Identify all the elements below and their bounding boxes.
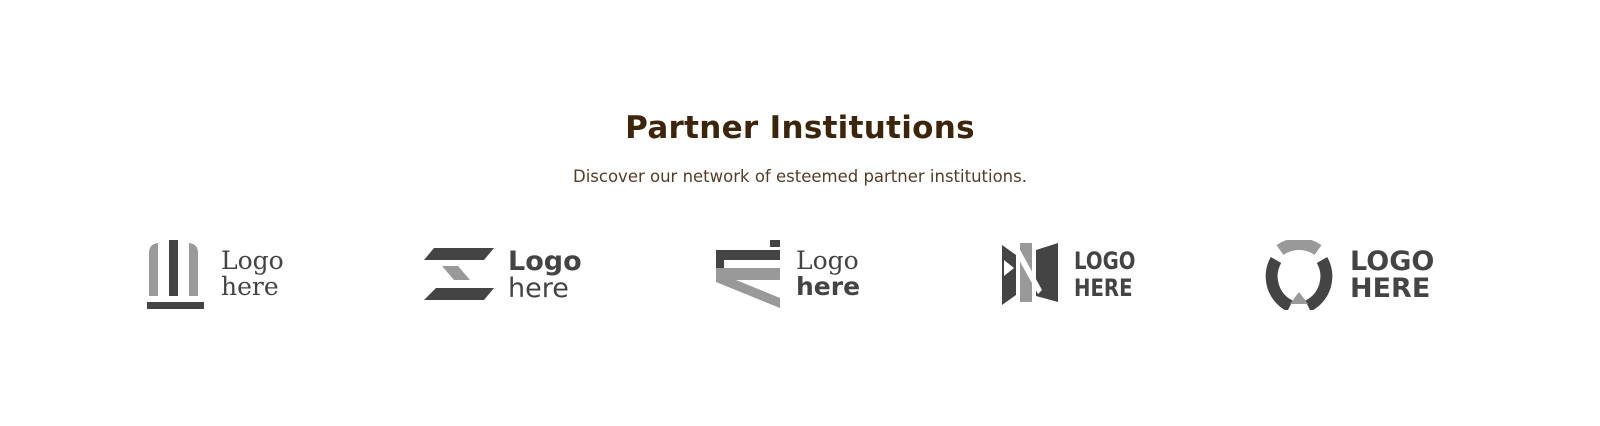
logo-2-line2: here — [508, 273, 569, 304]
partner-logo-1[interactable]: Logo here — [147, 240, 287, 310]
logo-4-line1: LOGO — [1074, 247, 1136, 275]
logo-1-line1: Logo — [221, 246, 284, 275]
partner-logo-4[interactable]: LOGO HERE — [1002, 240, 1136, 310]
logo-5-line1: LOGO — [1350, 246, 1435, 277]
z-shape-icon — [424, 248, 494, 300]
partner-logo-3[interactable]: Logo here — [716, 240, 866, 310]
partner-logo-5[interactable]: LOGO HERE — [1262, 240, 1435, 310]
logo-3-line1: Logo — [796, 246, 859, 275]
bracket-icon — [716, 240, 780, 308]
pillars-icon — [147, 240, 204, 309]
bowtie-icon — [1002, 243, 1058, 305]
section-subtitle: Discover our network of esteemed partner… — [573, 167, 1027, 186]
partner-institutions-section: Partner Institutions Discover our networ… — [0, 0, 1600, 426]
logo-5-line2: HERE — [1350, 273, 1431, 304]
logo-1-line2: here — [221, 272, 279, 301]
section-title: Partner Institutions — [625, 110, 975, 146]
logo-2-line1: Logo — [508, 246, 582, 277]
logo-3-line2: here — [796, 272, 861, 301]
ring-icon — [1265, 240, 1333, 310]
logo-4-line2: HERE — [1074, 274, 1133, 302]
partner-logo-2[interactable]: Logo here — [424, 240, 584, 310]
